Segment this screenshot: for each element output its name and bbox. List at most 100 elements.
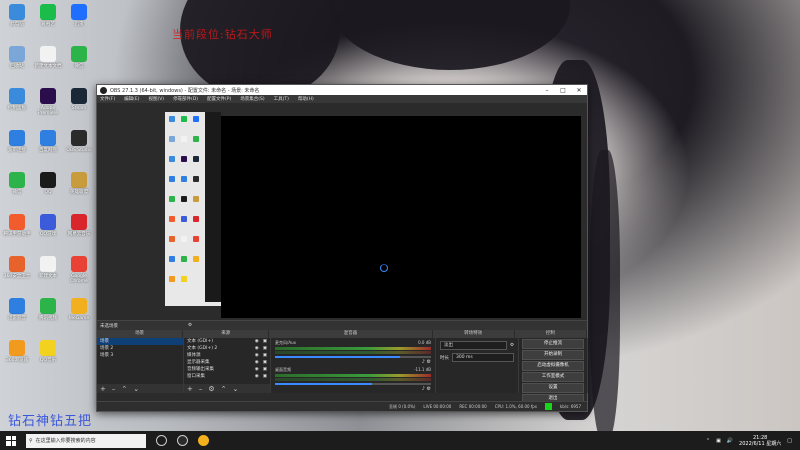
menu-file[interactable]: 文件(F) <box>100 96 115 102</box>
desktop-icon[interactable]: 爱奇艺 <box>33 4 63 27</box>
desktop-icon[interactable]: Google Chrome <box>64 256 94 284</box>
gear-icon[interactable]: ⚙ <box>427 359 431 365</box>
start-recording-button[interactable]: 开始录制 <box>522 350 584 360</box>
gear-icon[interactable]: ⚙ <box>510 343 514 348</box>
desktop-icon[interactable]: QQ游戏 <box>33 214 63 237</box>
menu-edit[interactable]: 编辑(E) <box>124 96 139 102</box>
volume-slider-fill <box>275 356 400 358</box>
preview-canvas[interactable] <box>221 116 581 318</box>
menu-view[interactable]: 视图(V) <box>148 96 164 102</box>
source-item[interactable]: 媒体源 ◉ ▣ <box>184 352 270 359</box>
visibility-eye-icon[interactable]: ◉ <box>255 352 259 359</box>
lock-icon[interactable]: ▣ <box>263 359 267 366</box>
close-button[interactable]: ✕ <box>571 87 587 94</box>
taskbar-clock[interactable]: 21:28 2022/6/11 星期六 <box>739 435 781 447</box>
mini-icon <box>169 276 175 282</box>
desktop-icon[interactable]: 腾讯手游助手 <box>2 214 32 237</box>
visibility-eye-icon[interactable]: ◉ <box>255 359 259 366</box>
desktop-icon[interactable]: 新建文本 <box>33 256 63 279</box>
desktop-icon[interactable]: Adobe Premiere <box>33 88 63 116</box>
desktop-icon[interactable]: 回收站 <box>2 46 32 69</box>
obs-titlebar[interactable]: OBS 27.1.3 (64-bit, windows) - 配置文件: 未命名… <box>97 85 587 95</box>
visibility-eye-icon[interactable]: ◉ <box>255 373 259 380</box>
move-down-icon[interactable]: ⌄ <box>233 385 239 393</box>
desktop-icon-label: Google Chrome <box>70 274 88 284</box>
desktop-icon[interactable]: 360安全卫士 <box>2 256 32 279</box>
scene-item[interactable]: 场景 <box>97 338 183 345</box>
move-down-icon[interactable]: ⌄ <box>133 385 139 393</box>
desktop-icon[interactable]: 新建文本文档 <box>33 46 63 69</box>
gear-icon[interactable]: ⚙ <box>427 386 431 392</box>
visibility-eye-icon[interactable]: ◉ <box>255 345 259 352</box>
maximize-button[interactable]: □ <box>555 87 571 94</box>
task-view-icon[interactable] <box>156 435 167 446</box>
chevron-up-icon[interactable]: ⌃ <box>706 438 710 444</box>
audio-level-meter <box>275 351 431 354</box>
source-item[interactable]: 窗口采集 ◉ ▣ <box>184 373 270 380</box>
desktop-icon[interactable]: 微信 <box>2 172 32 195</box>
wegame-taskbar-icon[interactable] <box>198 435 209 446</box>
desktop-icon[interactable]: 英雄联盟 <box>64 172 94 195</box>
desktop-icon[interactable]: 网易云音乐 <box>64 214 94 237</box>
source-item[interactable]: 显示器采集 ◉ ▣ <box>184 359 270 366</box>
desktop-icon[interactable]: 360浏览器 <box>2 340 32 363</box>
gear-icon[interactable]: ⚙ <box>188 323 192 328</box>
menu-tools[interactable]: 工具(T) <box>274 96 289 102</box>
desktop-icon[interactable]: 控制面板 <box>2 88 32 111</box>
minimize-button[interactable]: – <box>539 87 555 94</box>
network-icon[interactable]: ▣ <box>716 438 721 444</box>
lock-icon[interactable]: ▣ <box>263 373 267 380</box>
preview-area[interactable] <box>97 104 587 320</box>
taskbar-search-input[interactable]: ⚲ 在这里输入你要搜索的内容 <box>26 433 146 448</box>
desktop-icon[interactable]: WeGame <box>64 298 94 321</box>
volume-icon[interactable]: 🔊 <box>727 438 733 444</box>
desktop-icon[interactable]: 此电脑 <box>2 4 32 27</box>
lock-icon[interactable]: ▣ <box>263 366 267 373</box>
mini-icon <box>181 276 187 282</box>
bitrate: kb/s: 6957 <box>559 404 581 409</box>
volume-slider[interactable] <box>275 383 431 385</box>
start-virtual-camera-button[interactable]: 启动虚拟摄像机 <box>522 361 584 371</box>
menu-help[interactable]: 帮助(H) <box>298 96 314 102</box>
duration-input[interactable]: 300 ms <box>452 353 514 362</box>
gear-icon[interactable]: ⚙ <box>208 385 214 393</box>
lock-icon[interactable]: ▣ <box>263 338 267 345</box>
watermark-bottom: 钻石神钻五把 <box>8 414 93 429</box>
visibility-eye-icon[interactable]: ◉ <box>255 366 259 373</box>
lock-icon[interactable]: ▣ <box>263 345 267 352</box>
remove-icon[interactable]: – <box>112 385 116 393</box>
visibility-eye-icon[interactable]: ◉ <box>255 338 259 345</box>
desktop-icon[interactable]: 迅雷 <box>64 4 94 27</box>
volume-slider[interactable] <box>275 356 431 358</box>
source-item[interactable]: 音频输出采集 ◉ ▣ <box>184 366 270 373</box>
add-icon[interactable]: + <box>187 385 193 393</box>
desktop-icon[interactable]: 微信 <box>64 46 94 69</box>
studio-mode-button[interactable]: 工作室模式 <box>522 372 584 382</box>
obs-taskbar-icon[interactable] <box>177 435 188 446</box>
desktop-icon[interactable]: 百度网盘 <box>33 130 63 153</box>
add-icon[interactable]: + <box>100 385 106 393</box>
menu-docks[interactable]: 停靠部件(D) <box>173 96 198 102</box>
stop-streaming-button[interactable]: 停止推流 <box>522 339 584 349</box>
remove-icon[interactable]: – <box>199 385 203 393</box>
move-up-icon[interactable]: ⌃ <box>121 385 127 393</box>
desktop-icon[interactable]: OBS Studio <box>64 130 94 153</box>
move-up-icon[interactable]: ⌃ <box>221 385 227 393</box>
source-item[interactable]: 文本 (GDI+) 2 ◉ ▣ <box>184 345 270 352</box>
menu-profile[interactable]: 配置文件(P) <box>207 96 231 102</box>
settings-button[interactable]: 设置 <box>522 383 584 393</box>
desktop-icon[interactable]: 宽带连接 <box>2 130 32 153</box>
desktop-icon[interactable]: 迅雷影音 <box>2 298 32 321</box>
notification-icon[interactable]: □ <box>787 438 792 444</box>
menu-scene-collection[interactable]: 场景集合(S) <box>240 96 264 102</box>
scene-item[interactable]: 场景 2 <box>97 345 183 352</box>
desktop-icon[interactable]: 腾讯视频 <box>33 298 63 321</box>
desktop-icon[interactable]: QQ音乐 <box>33 340 63 363</box>
desktop-icon[interactable]: Steam <box>64 88 94 111</box>
scene-item[interactable]: 场景 3 <box>97 352 183 359</box>
source-item[interactable]: 文本 (GDI+) ◉ ▣ <box>184 338 270 345</box>
desktop-icon[interactable]: QQ <box>33 172 63 195</box>
lock-icon[interactable]: ▣ <box>263 352 267 359</box>
windows-start-icon[interactable] <box>6 435 16 446</box>
transition-select[interactable]: 淡出 <box>440 341 507 350</box>
